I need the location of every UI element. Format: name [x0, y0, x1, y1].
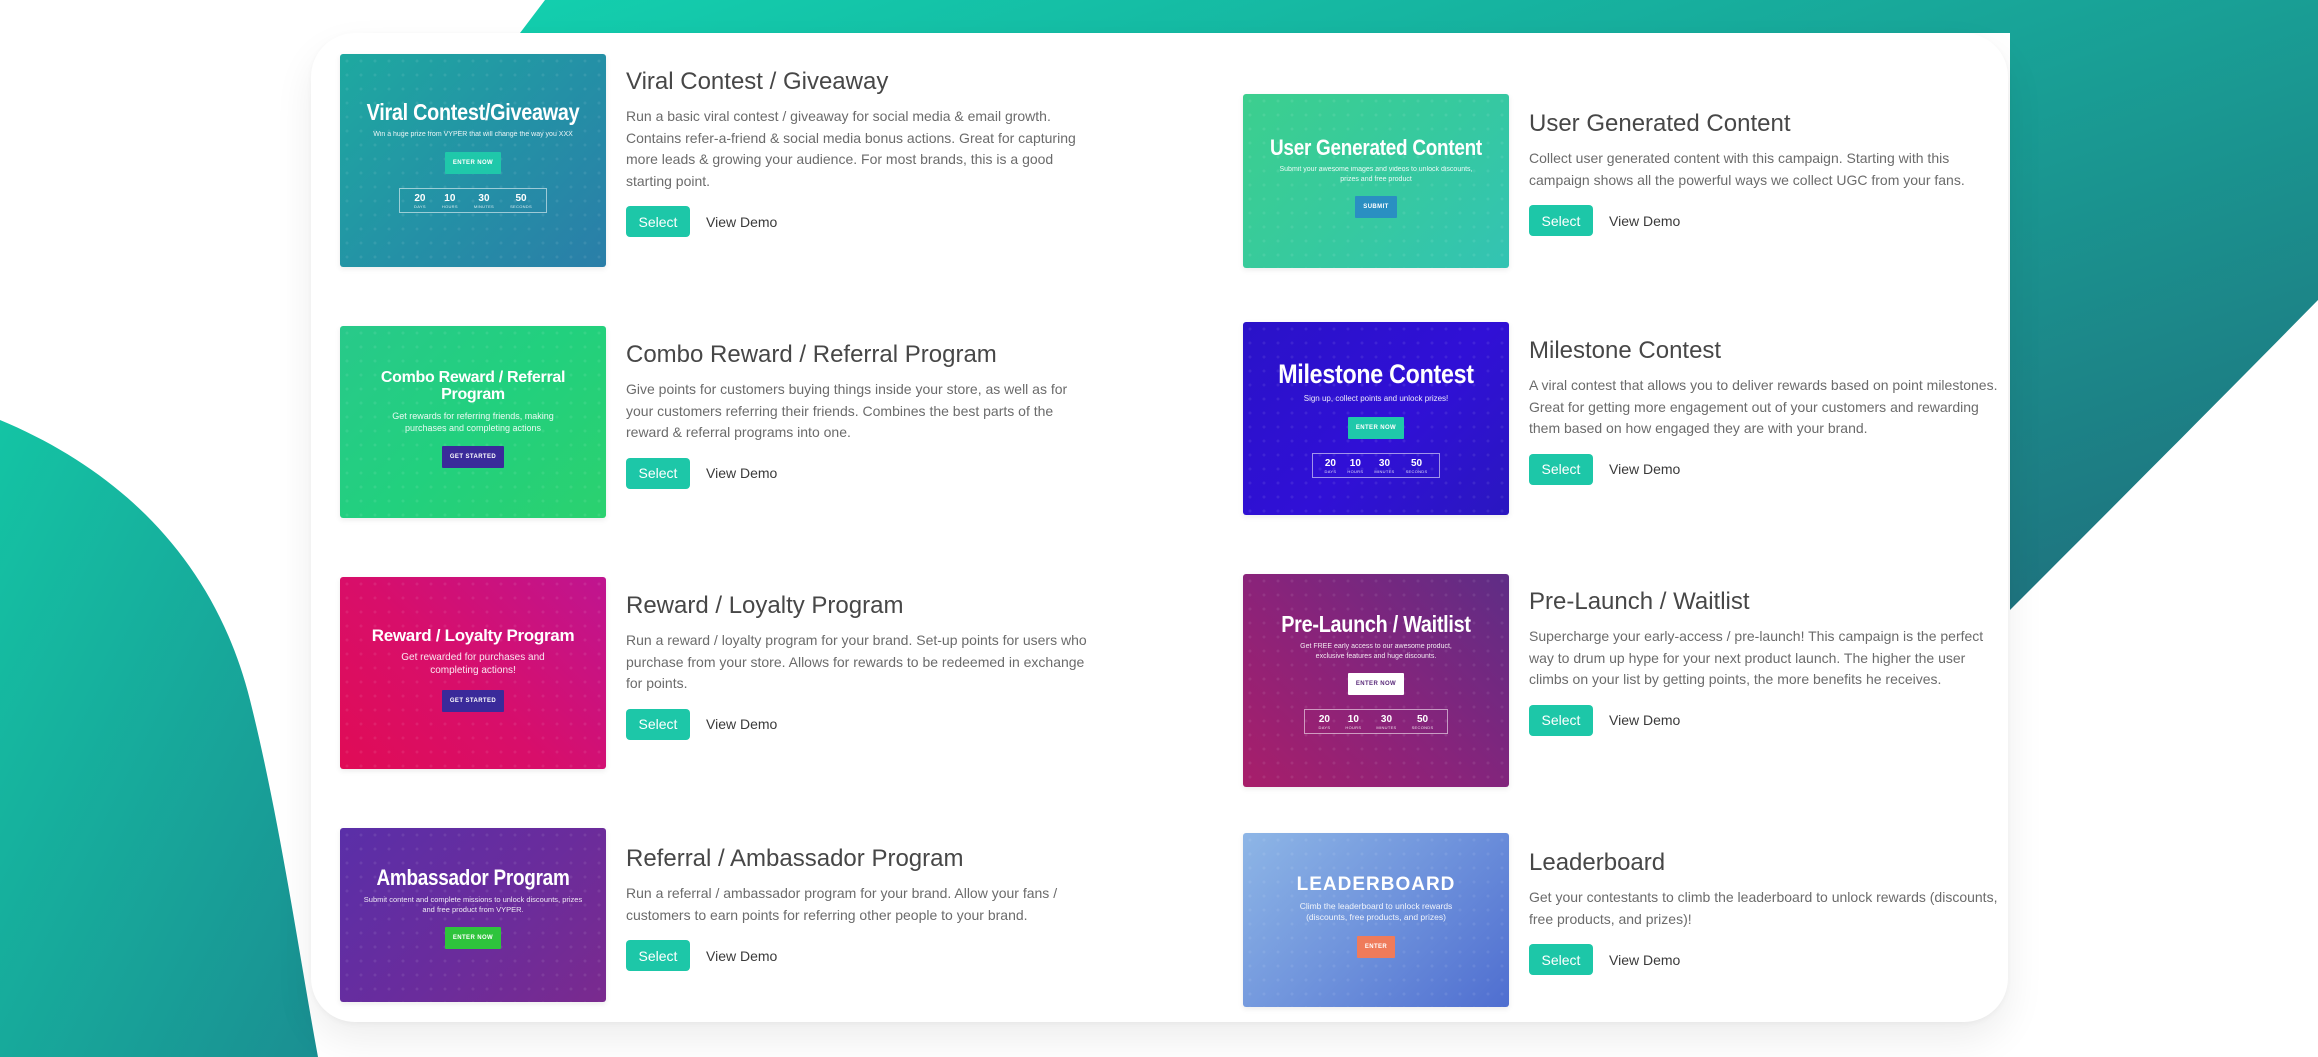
countdown-label: HOURS: [1345, 725, 1362, 731]
template-description: Run a reward / loyalty program for your …: [626, 632, 1087, 691]
thumbnail-subtitle: Climb the leaderboard to unlock rewards …: [1299, 900, 1453, 923]
thumbnail-subtitle: Submit content and complete missions to …: [363, 895, 583, 915]
view-demo-link[interactable]: View Demo: [706, 948, 777, 964]
countdown-label: DAYS: [1324, 469, 1337, 475]
thumbnail-subtitle: Sign up, collect points and unlock prize…: [1303, 394, 1449, 404]
template-thumbnail[interactable]: Milestone Contest Sign up, collect point…: [1243, 322, 1509, 515]
thumbnail-cta-button: ENTER NOW: [1347, 673, 1405, 696]
countdown-label: MINUTES: [473, 203, 495, 209]
select-button[interactable]: Select: [1529, 944, 1593, 975]
countdown-timer: 20 DAYS 10 HOURS 30 MINUTES 50 SECONDS: [1304, 709, 1448, 735]
view-demo-link[interactable]: View Demo: [1609, 213, 1680, 229]
countdown-label: MINUTES: [1376, 725, 1397, 731]
select-button[interactable]: Select: [626, 206, 690, 237]
template-description: Run a referral / ambassador program for …: [626, 885, 1058, 923]
template-description: Run a basic viral contest / giveaway for…: [626, 108, 1076, 189]
countdown-label: SECONDS: [510, 203, 532, 209]
thumbnail-title: Combo Reward / Referral Program: [380, 369, 566, 403]
template-title: User Generated Content: [1529, 110, 1791, 137]
countdown-value: 20: [1318, 714, 1330, 726]
template-title: Viral Contest / Giveaway: [626, 68, 889, 95]
view-demo-link[interactable]: View Demo: [706, 716, 777, 732]
countdown-value: 10: [1347, 714, 1359, 726]
template-thumbnail[interactable]: Pre-Launch / Waitlist Get FREE early acc…: [1243, 574, 1509, 787]
countdown-label: MINUTES: [1374, 469, 1395, 475]
thumbnail-title: Ambassador Program: [376, 865, 570, 890]
thumbnail-cta-button: ENTER NOW: [444, 151, 502, 174]
template-thumbnail[interactable]: Reward / Loyalty Program Get rewarded fo…: [340, 577, 606, 769]
template-title: Milestone Contest: [1529, 337, 1722, 364]
countdown-label: SECONDS: [1405, 469, 1428, 475]
countdown-value: 20: [1324, 458, 1336, 470]
select-button[interactable]: Select: [1529, 453, 1593, 485]
template-thumbnail[interactable]: Combo Reward / Referral Program Get rewa…: [340, 326, 606, 518]
template-thumbnail[interactable]: LEADERBOARD Climb the leaderboard to unl…: [1243, 833, 1509, 1007]
countdown-value: 50: [515, 192, 527, 204]
countdown-label: HOURS: [441, 203, 458, 209]
template-title: Referral / Ambassador Program: [626, 845, 964, 872]
select-button[interactable]: Select: [626, 708, 690, 740]
view-demo-link[interactable]: View Demo: [706, 214, 777, 230]
left-blob: [0, 420, 318, 1057]
select-button[interactable]: Select: [626, 940, 690, 971]
template-description: Collect user generated content with this…: [1529, 150, 1965, 188]
thumbnail-cta-button: ENTER NOW: [444, 927, 502, 950]
countdown-label: HOURS: [1347, 469, 1364, 475]
thumbnail-cta-button: GET STARTED: [441, 689, 505, 712]
thumbnail-title: User Generated Content: [1270, 135, 1482, 160]
thumbnail-title: LEADERBOARD: [1296, 874, 1456, 895]
countdown-label: SECONDS: [1411, 725, 1434, 731]
countdown-value: 20: [414, 192, 426, 204]
view-demo-link[interactable]: View Demo: [706, 465, 777, 481]
thumbnail-cta-button: ENTER: [1356, 935, 1396, 958]
template-title: Combo Reward / Referral Program: [626, 341, 997, 368]
template-description: Supercharge your early-access / pre-laun…: [1529, 628, 1984, 687]
template-thumbnail[interactable]: Ambassador Program Submit content and co…: [340, 828, 606, 1002]
thumbnail-subtitle: Submit your awesome images and videos to…: [1279, 166, 1473, 183]
template-thumbnail[interactable]: Viral Contest/Giveaway Win a huge prize …: [340, 54, 606, 267]
template-description: Get your contestants to climb the leader…: [1529, 889, 1998, 927]
select-button[interactable]: Select: [1529, 205, 1593, 236]
thumbnail-title: Milestone Contest: [1278, 359, 1474, 389]
countdown-timer: 20 DAYS 10 HOURS 30 MINUTES 50 SECONDS: [399, 187, 547, 213]
thumbnail-title: Viral Contest/Giveaway: [366, 99, 580, 125]
countdown-label: DAYS: [414, 203, 426, 209]
thumbnail-subtitle: Get rewards for referring friends, makin…: [392, 410, 554, 433]
countdown-value: 30: [478, 192, 490, 204]
view-demo-link[interactable]: View Demo: [1609, 952, 1680, 968]
view-demo-link[interactable]: View Demo: [1609, 712, 1680, 728]
template-title: Reward / Loyalty Program: [626, 592, 904, 619]
countdown-value: 10: [444, 192, 456, 204]
select-button[interactable]: Select: [1529, 704, 1593, 736]
view-demo-link[interactable]: View Demo: [1609, 461, 1680, 477]
thumbnail-cta-button: ENTER NOW: [1347, 417, 1405, 440]
countdown-value: 50: [1416, 714, 1429, 726]
template-description: Give points for customers buying things …: [626, 381, 1068, 440]
countdown-value: 10: [1349, 458, 1361, 470]
countdown-label: DAYS: [1318, 725, 1331, 731]
countdown-timer: 20 DAYS 10 HOURS 30 MINUTES 50 SECONDS: [1312, 453, 1440, 479]
template-thumbnail[interactable]: User Generated Content Submit your aweso…: [1243, 94, 1509, 268]
thumbnail-subtitle: Win a huge prize from VYPER that will ch…: [373, 131, 573, 139]
select-button[interactable]: Select: [626, 457, 690, 489]
thumbnail-cta-button: SUBMIT: [1355, 195, 1397, 218]
template-title: Pre-Launch / Waitlist: [1529, 588, 1750, 615]
template-title: Leaderboard: [1529, 849, 1666, 876]
thumbnail-subtitle: Get FREE early access to our awesome pro…: [1300, 643, 1452, 660]
countdown-value: 30: [1380, 714, 1393, 726]
template-description: A viral contest that allows you to deliv…: [1529, 377, 1998, 436]
thumbnail-cta-button: GET STARTED: [441, 445, 505, 468]
countdown-value: 30: [1378, 458, 1391, 470]
countdown-value: 50: [1410, 458, 1423, 470]
thumbnail-title: Pre-Launch / Waitlist: [1281, 611, 1471, 637]
thumbnail-subtitle: Get rewarded for purchases and completin…: [401, 651, 545, 677]
thumbnail-title: Reward / Loyalty Program: [371, 626, 575, 645]
